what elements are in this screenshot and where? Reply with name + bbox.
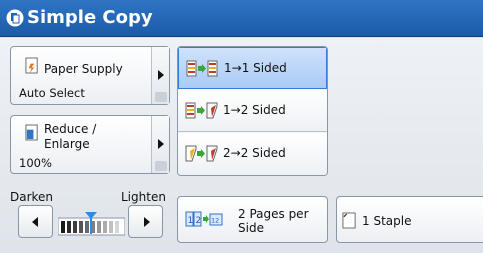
option-label: 2→2 Sided (223, 146, 286, 160)
pages-per-side-label-line2: Side (238, 221, 264, 235)
scroll-indicator (155, 161, 167, 171)
pages-per-side-button[interactable]: 1 2 12 2 Pages per Side (177, 196, 328, 243)
svg-text:12: 12 (211, 217, 219, 225)
reduce-enlarge-label-line1: Reduce / (44, 122, 97, 136)
darken-label: Darken (10, 190, 54, 204)
paper-supply-button[interactable]: Paper Supply Auto Select (10, 46, 170, 105)
option-one-to-two-sided[interactable]: 1→2 Sided (178, 90, 327, 132)
reduce-enlarge-button[interactable]: Reduce / Enlarge 100% (10, 115, 170, 174)
paper-supply-icon (25, 57, 38, 74)
one-to-one-sided-icon (186, 60, 218, 77)
reduce-enlarge-value: 100% (19, 156, 52, 170)
staple-icon (342, 212, 356, 229)
pages-per-side-label-line1: 2 Pages per (238, 207, 309, 221)
lighten-label: Lighten (121, 190, 166, 204)
chevron-right-icon (158, 139, 164, 149)
paper-supply-value: Auto Select (19, 86, 85, 100)
n-up-icon: 1 2 12 (185, 211, 223, 227)
option-one-to-one-sided[interactable]: 1→1 Sided (178, 47, 327, 89)
chevron-right-icon (158, 70, 164, 80)
sided-options-group: 1→1 Sided 1→2 Sided 2→2 Sided (177, 46, 328, 176)
title-bar: Simple Copy (0, 0, 483, 37)
svg-text:2: 2 (196, 216, 202, 226)
two-to-two-sided-icon (185, 145, 218, 162)
lighten-button[interactable] (128, 205, 163, 238)
reduce-enlarge-expand[interactable] (151, 116, 169, 173)
svg-text:1: 1 (188, 216, 194, 226)
copy-icon (6, 9, 24, 27)
staple-label: 1 Staple (362, 214, 412, 228)
scroll-indicator (155, 92, 167, 102)
density-meter-icon (58, 212, 125, 236)
paper-supply-label: Paper Supply (44, 62, 123, 76)
left-arrow-icon (32, 217, 38, 227)
page-title: Simple Copy (27, 7, 153, 28)
reduce-enlarge-icon (25, 124, 38, 141)
staple-button[interactable]: 1 Staple (336, 196, 483, 243)
option-two-to-two-sided[interactable]: 2→2 Sided (178, 133, 327, 175)
darken-button[interactable] (18, 205, 53, 238)
one-to-two-sided-icon (185, 102, 218, 119)
paper-supply-expand[interactable] (151, 47, 169, 104)
option-label: 1→2 Sided (223, 103, 286, 117)
right-arrow-icon (144, 217, 150, 227)
option-label: 1→1 Sided (224, 61, 287, 75)
reduce-enlarge-label-line2: Enlarge (44, 137, 90, 151)
